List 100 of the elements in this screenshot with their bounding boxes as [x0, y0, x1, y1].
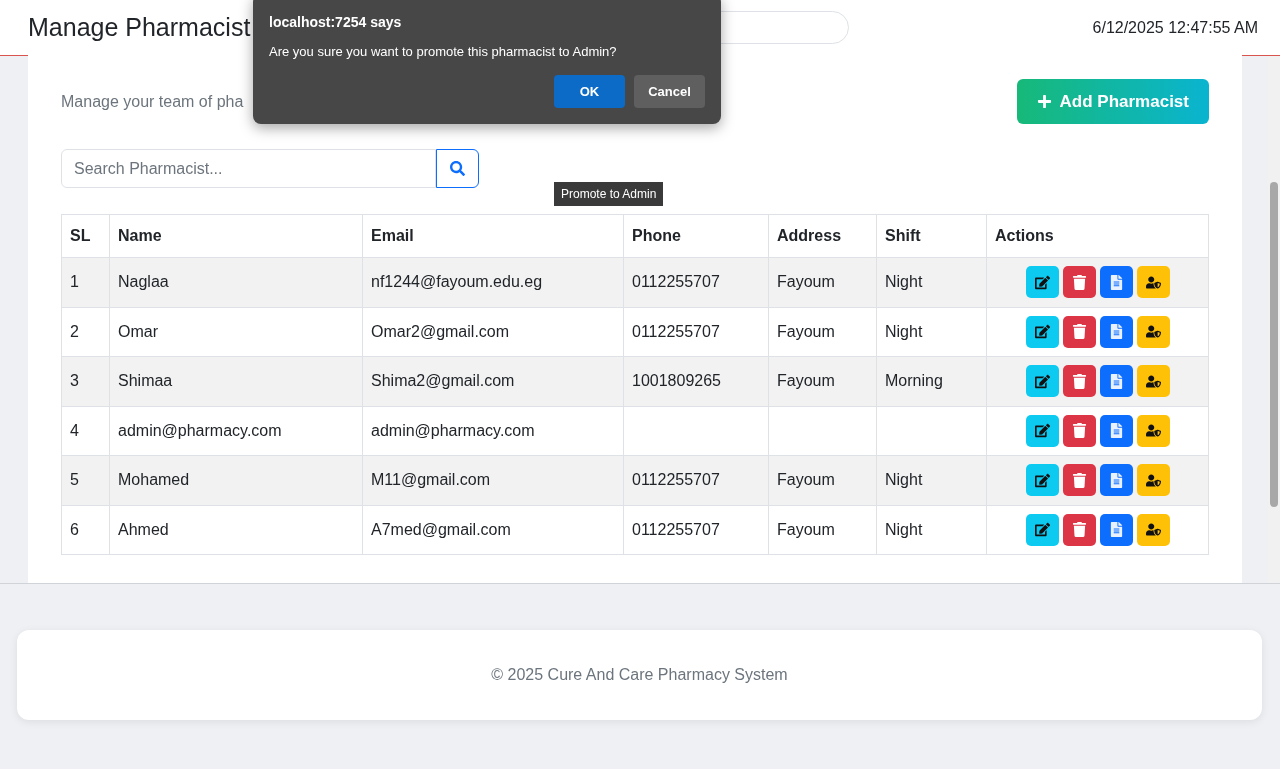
edit-icon	[1034, 324, 1050, 340]
column-header: Shift	[876, 214, 987, 258]
user-shield-icon	[1145, 423, 1161, 439]
promote-button[interactable]	[1136, 464, 1170, 497]
document-button[interactable]	[1099, 365, 1133, 398]
delete-button[interactable]	[1062, 365, 1096, 398]
table-cell: 0112255707	[623, 257, 769, 307]
edit-icon	[1034, 423, 1050, 439]
table-cell: Naglaa	[109, 257, 363, 307]
table-cell: Fayoum	[768, 455, 877, 505]
table-cell: Mohamed	[109, 455, 363, 505]
table-cell: Shimaa	[109, 356, 363, 406]
promote-button[interactable]	[1136, 365, 1170, 398]
table-cell: 1001809265	[623, 356, 769, 406]
table-cell: nf1244@fayoum.edu.eg	[362, 257, 624, 307]
table-cell: admin@pharmacy.com	[362, 406, 624, 456]
table-cell: A7med@gmail.com	[362, 505, 624, 555]
document-icon	[1108, 423, 1124, 439]
table-cell: 3	[61, 356, 110, 406]
document-button[interactable]	[1099, 315, 1133, 348]
table-cell: Night	[876, 455, 987, 505]
cancel-button[interactable]: Cancel	[634, 75, 705, 108]
edit-button[interactable]	[1025, 513, 1059, 546]
table-cell: Night	[876, 257, 987, 307]
page-subtitle: Manage your team of pha	[61, 92, 244, 111]
trash-icon	[1071, 324, 1087, 340]
table-cell: 0112255707	[623, 455, 769, 505]
table-cell: Morning	[876, 356, 987, 406]
trash-icon	[1071, 373, 1087, 389]
promote-button[interactable]	[1136, 414, 1170, 447]
search-icon	[450, 161, 465, 176]
edit-icon	[1034, 274, 1050, 290]
table-cell: Fayoum	[768, 505, 877, 555]
edit-icon	[1034, 373, 1050, 389]
ok-button[interactable]: OK	[554, 75, 625, 108]
document-button[interactable]	[1099, 266, 1133, 299]
document-icon	[1108, 522, 1124, 538]
table-cell: 4	[61, 406, 110, 456]
edit-button[interactable]	[1025, 315, 1059, 348]
document-icon	[1108, 373, 1124, 389]
table-cell: 1	[61, 257, 110, 307]
trash-icon	[1071, 423, 1087, 439]
page-title: Manage Pharmacist	[28, 13, 251, 42]
search-button[interactable]	[436, 149, 479, 188]
table-cell: 5	[61, 455, 110, 505]
table-cell: 0112255707	[623, 307, 769, 357]
footer-text: © 2025 Cure And Care Pharmacy System	[491, 666, 788, 684]
document-button[interactable]	[1099, 414, 1133, 447]
table-cell: 6	[61, 505, 110, 555]
document-button[interactable]	[1099, 464, 1133, 497]
table-cell: Fayoum	[768, 307, 877, 357]
column-header: Actions	[986, 214, 1209, 258]
delete-button[interactable]	[1062, 266, 1096, 299]
edit-button[interactable]	[1025, 365, 1059, 398]
delete-button[interactable]	[1062, 414, 1096, 447]
promote-button[interactable]	[1136, 315, 1170, 348]
date-time: 6/12/2025 12:47:55 AM	[1092, 18, 1258, 37]
user-shield-icon	[1145, 522, 1161, 538]
delete-button[interactable]	[1062, 315, 1096, 348]
user-shield-icon	[1145, 274, 1161, 290]
tooltip: Promote to Admin	[554, 182, 664, 206]
user-shield-icon	[1145, 373, 1161, 389]
user-shield-icon	[1145, 472, 1161, 488]
edit-icon	[1034, 472, 1050, 488]
column-header: Phone	[623, 214, 769, 258]
table-cell: Night	[876, 505, 987, 555]
promote-button[interactable]	[1136, 513, 1170, 546]
column-header: Address	[768, 214, 877, 258]
dialog-message: Are you sure you want to promote this pharmacist to Admin?	[269, 44, 618, 59]
table-cell: Omar	[109, 307, 363, 357]
promote-button[interactable]	[1136, 266, 1170, 299]
trash-icon	[1071, 522, 1087, 538]
column-header: Email	[362, 214, 624, 258]
search-input[interactable]: Search Pharmacist...	[61, 149, 436, 188]
plus-icon	[1036, 94, 1052, 109]
table-cell: Omar2@gmail.com	[362, 307, 624, 357]
document-icon	[1108, 472, 1124, 488]
trash-icon	[1071, 472, 1087, 488]
user-shield-icon	[1145, 324, 1161, 340]
table-cell: Ahmed	[109, 505, 363, 555]
dialog-title: localhost:7254 says	[269, 14, 403, 30]
table-cell: M11@gmail.com	[362, 455, 624, 505]
table-cell: admin@pharmacy.com	[109, 406, 363, 456]
document-icon	[1108, 274, 1124, 290]
table-cell: Shima2@gmail.com	[362, 356, 624, 406]
edit-button[interactable]	[1025, 266, 1059, 299]
delete-button[interactable]	[1062, 464, 1096, 497]
table-cell: Fayoum	[768, 356, 877, 406]
trash-icon	[1071, 274, 1087, 290]
table-cell: 2	[61, 307, 110, 357]
table-cell: Night	[876, 307, 987, 357]
edit-icon	[1034, 522, 1050, 538]
column-header: Name	[109, 214, 363, 258]
table-cell: 0112255707	[623, 505, 769, 555]
edit-button[interactable]	[1025, 464, 1059, 497]
table-cell: Fayoum	[768, 257, 877, 307]
delete-button[interactable]	[1062, 513, 1096, 546]
column-header: SL	[61, 214, 110, 258]
edit-button[interactable]	[1025, 414, 1059, 447]
document-button[interactable]	[1099, 513, 1133, 546]
